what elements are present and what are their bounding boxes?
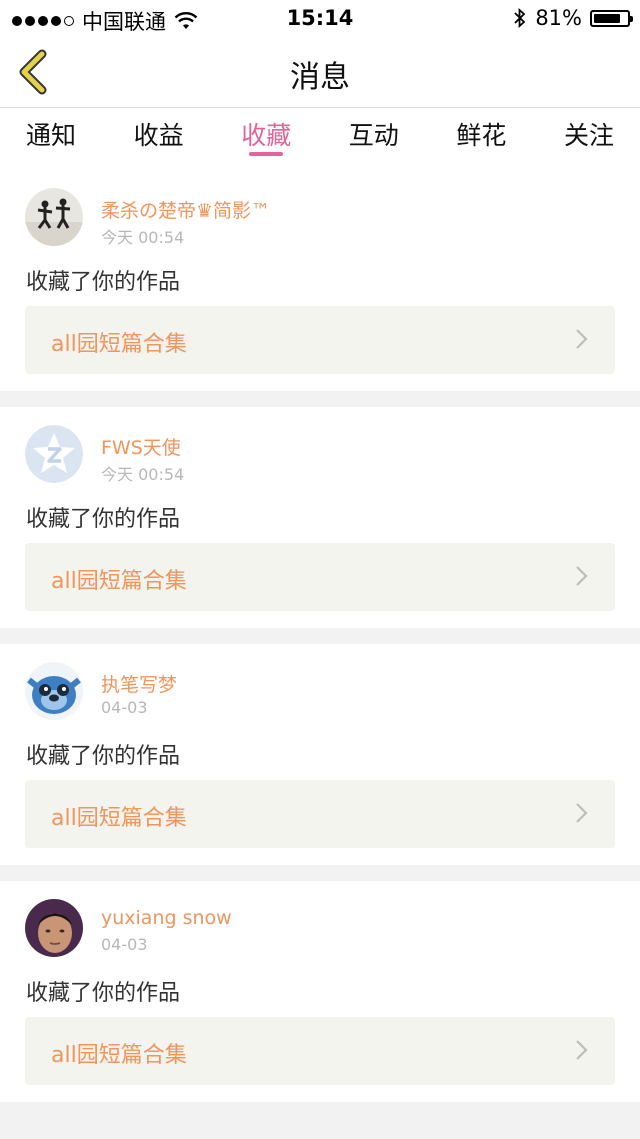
tab-following[interactable]: 关注 <box>546 108 632 170</box>
list-item: yuxiang snow 04-03 收藏了你的作品 all园短篇合集 <box>0 881 640 1102</box>
work-title: all园短篇合集 <box>51 332 187 357</box>
list-item: 执笔写梦 04-03 收藏了你的作品 all园短篇合集 <box>0 644 640 865</box>
tab-flowers[interactable]: 鲜花 <box>438 108 524 170</box>
avatar-stitch-cartoon <box>25 662 83 720</box>
tab-favorites[interactable]: 收藏 <box>223 108 309 170</box>
work-link[interactable]: all园短篇合集 <box>25 306 615 374</box>
avatar-default-qq <box>25 425 83 483</box>
action-text: 收藏了你的作品 <box>26 981 181 1006</box>
avatar[interactable] <box>25 188 83 246</box>
action-text: 收藏了你的作品 <box>26 270 181 295</box>
chevron-right-icon <box>576 1040 588 1060</box>
work-link[interactable]: all园短篇合集 <box>25 780 615 848</box>
status-right: 81% <box>513 6 633 30</box>
work-title: all园短篇合集 <box>51 806 187 831</box>
user-name[interactable]: 柔杀の楚帝♛简影™ <box>101 196 270 223</box>
timestamp: 04-03 <box>101 935 148 954</box>
avatar-photo-silhouettes <box>25 188 83 246</box>
work-link[interactable]: all园短篇合集 <box>25 543 615 611</box>
action-text: 收藏了你的作品 <box>26 744 181 769</box>
tab-notifications[interactable]: 通知 <box>8 108 94 170</box>
avatar[interactable] <box>25 899 83 957</box>
timestamp: 今天 00:54 <box>101 465 185 484</box>
message-tabs: 通知 收益 收藏 互动 鲜花 关注 <box>0 108 640 170</box>
timestamp: 04-03 <box>101 698 148 717</box>
battery-percent: 81% <box>535 6 582 30</box>
work-title: all园短篇合集 <box>51 569 187 594</box>
battery-level <box>594 13 620 23</box>
battery-icon <box>590 9 633 27</box>
work-title: all园短篇合集 <box>51 1043 187 1068</box>
page-title: 消息 <box>290 60 350 95</box>
bluetooth-icon <box>514 7 526 29</box>
chevron-right-icon <box>576 566 588 586</box>
chevron-right-icon <box>576 329 588 349</box>
list-item: FWS天使 今天 00:54 收藏了你的作品 all园短篇合集 <box>0 407 640 628</box>
action-text: 收藏了你的作品 <box>26 507 181 532</box>
favorites-feed: 柔杀の楚帝♛简影™ 今天 00:54 收藏了你的作品 all园短篇合集 FWS天… <box>0 170 640 1102</box>
navigation-bar: 消息 <box>0 36 640 108</box>
avatar[interactable] <box>25 662 83 720</box>
user-name[interactable]: FWS天使 <box>101 433 181 460</box>
tab-interactions[interactable]: 互动 <box>331 108 417 170</box>
tab-earnings[interactable]: 收益 <box>116 108 202 170</box>
timestamp: 今天 00:54 <box>101 228 185 247</box>
user-name[interactable]: 执笔写梦 <box>101 670 177 697</box>
chevron-right-icon <box>576 803 588 823</box>
status-bar: 中国联通 15:14 81% <box>0 0 640 36</box>
avatar[interactable] <box>25 425 83 483</box>
avatar-photo-face <box>25 899 83 957</box>
list-item: 柔杀の楚帝♛简影™ 今天 00:54 收藏了你的作品 all园短篇合集 <box>0 170 640 391</box>
user-name[interactable]: yuxiang snow <box>101 907 232 929</box>
work-link[interactable]: all园短篇合集 <box>25 1017 615 1085</box>
